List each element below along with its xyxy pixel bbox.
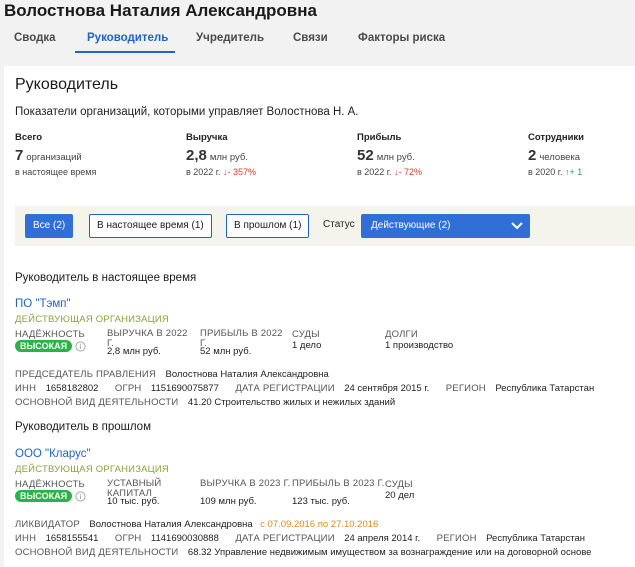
stat-unit: организаций (26, 152, 82, 163)
stat-value: 2,8 (186, 147, 207, 164)
revenue-value: 109 млн руб. (200, 496, 257, 507)
stat-label: Прибыль (357, 132, 402, 143)
stat-unit: млн руб. (376, 152, 415, 163)
stat-value: 52 (357, 147, 374, 164)
page-title: Волостнова Наталия Александровна (4, 1, 317, 20)
activity-value: 68.32 Управление недвижимым имуществом з… (187, 547, 592, 558)
activity-row: ОСНОВНОЙ ВИД ДЕЯТЕЛЬНОСТИ 68.32 Управлен… (15, 542, 591, 560)
profit-label: ПРИБЫЛЬ В 2023 Г. (292, 478, 385, 489)
stat-delta: - 72% (398, 167, 423, 177)
stat-employees: Сотрудники 2 человека в 2020 г. ↑+ 1 (528, 132, 584, 177)
tab-founder[interactable]: Учредитель (196, 32, 264, 44)
stat-unit: млн руб. (209, 152, 248, 163)
filter-all-button[interactable]: Все (2) (25, 214, 74, 238)
stat-unit: человека (539, 152, 581, 163)
org-link[interactable]: ПО "Тэмп" (15, 298, 71, 310)
stat-value: 7 (15, 147, 24, 164)
region-value: Республика Татарстан (495, 383, 595, 394)
info-icon[interactable] (75, 340, 86, 352)
revenue-value: 2,8 млн руб. (107, 346, 161, 357)
status-label: Статус (323, 219, 355, 230)
stat-revenue: Выручка 2,8 млн руб. в 2022 г. ↓- 357% (186, 132, 256, 177)
filter-bar: Все (2) В настоящее время (1) В прошлом … (15, 206, 635, 246)
activity-label: ОСНОВНОЙ ВИД ДЕЯТЕЛЬНОСТИ (15, 547, 179, 558)
tab-director[interactable]: Руководитель (87, 32, 168, 44)
revenue-label: ВЫРУЧКА В 2023 Г. (200, 478, 291, 489)
stat-label: Выручка (186, 132, 228, 143)
stat-sub: в настоящее время (15, 167, 97, 177)
card-title: Руководитель (15, 76, 119, 93)
profit-value: 52 млн руб. (200, 346, 252, 357)
activity-row: ОСНОВНОЙ ВИД ДЕЯТЕЛЬНОСТИ 41.20 Строител… (15, 392, 395, 410)
tab-bar: Сводка Руководитель Учредитель Связи Фак… (0, 26, 635, 54)
org-status: ДЕЙСТВУЮЩАЯ ОРГАНИЗАЦИЯ (15, 464, 169, 475)
capital-value: 10 тыс. руб. (107, 496, 160, 507)
stat-label: Всего (15, 132, 43, 143)
reliability-label: НАДЁЖНОСТЬ (15, 329, 85, 340)
region-label: РЕГИОН (445, 383, 486, 394)
stat-delta: - 357% (227, 167, 257, 177)
stat-sub: в 2022 г. (186, 167, 221, 177)
org-link[interactable]: ООО "Кларус" (15, 448, 91, 460)
courts-value[interactable]: 1 дело (292, 340, 321, 351)
activity-label: ОСНОВНОЙ ВИД ДЕЯТЕЛЬНОСТИ (15, 397, 179, 408)
tab-risk-factors[interactable]: Факторы риска (358, 32, 445, 44)
info-icon[interactable] (75, 490, 86, 502)
section-title-past: Руководитель в прошлом (15, 421, 151, 433)
status-select-value: Действующие (2) (371, 220, 451, 231)
debts-label: ДОЛГИ (385, 329, 418, 340)
card-subtitle: Показатели организаций, которыми управля… (15, 106, 359, 118)
chevron-down-icon (511, 222, 523, 230)
courts-label: СУДЫ (385, 479, 413, 490)
reliability-badge: ВЫСОКАЯ (15, 490, 73, 502)
reliability-row: ВЫСОКАЯ (15, 340, 86, 352)
stat-sub: в 2020 г. (528, 167, 563, 177)
activity-value: 41.20 Строительство жилых и нежилых здан… (187, 397, 396, 408)
reliability-row: ВЫСОКАЯ (15, 490, 86, 502)
director-card: Руководитель Показатели организаций, кот… (4, 66, 635, 567)
section-title-current: Руководитель в настоящее время (15, 272, 197, 284)
status-select[interactable]: Действующие (2) (361, 214, 530, 238)
org-status: ДЕЙСТВУЮЩАЯ ОРГАНИЗАЦИЯ (15, 314, 169, 325)
stat-profit: Прибыль 52 млн руб. в 2022 г. ↓- 72% (357, 132, 422, 177)
stat-label: Сотрудники (528, 132, 585, 143)
stat-sub: в 2022 г. (357, 167, 392, 177)
active-tab-indicator (75, 51, 175, 53)
debts-value[interactable]: 1 производство (385, 340, 453, 351)
profit-value: 123 тыс. руб. (292, 496, 350, 507)
tab-links[interactable]: Связи (293, 32, 328, 44)
tab-summary[interactable]: Сводка (14, 32, 56, 44)
reliability-badge: ВЫСОКАЯ (15, 340, 73, 352)
stat-delta: + 1 (569, 167, 583, 177)
reliability-label: НАДЁЖНОСТЬ (15, 479, 85, 490)
courts-value[interactable]: 20 дел (385, 490, 414, 501)
courts-label: СУДЫ (292, 329, 320, 340)
stat-total: Всего 7 организаций в настоящее время (15, 132, 96, 177)
filter-past-button[interactable]: В прошлом (1) (226, 214, 310, 238)
stat-value: 2 (528, 147, 537, 164)
filter-current-button[interactable]: В настоящее время (1) (89, 214, 212, 238)
